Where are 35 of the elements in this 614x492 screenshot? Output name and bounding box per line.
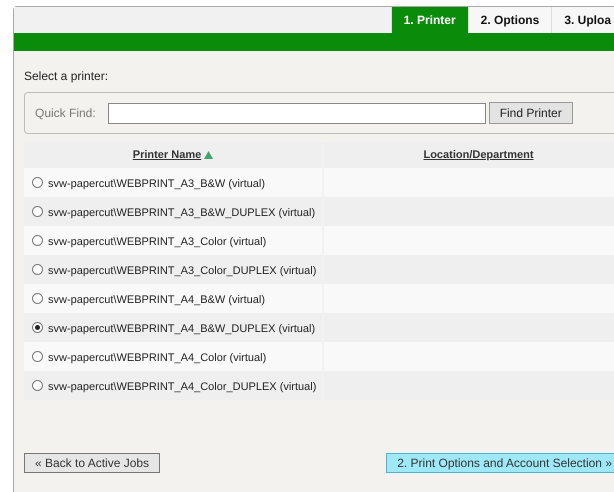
back-button[interactable]: « Back to Active Jobs <box>24 453 160 473</box>
sort-link[interactable]: Location/Department <box>423 149 534 161</box>
radio-button[interactable] <box>32 206 43 217</box>
radio-button[interactable] <box>32 293 43 304</box>
radio-button[interactable] <box>32 380 43 391</box>
printer-name: svw-papercut\WEBPRINT_A3_B&W_DUPLEX (virtual) <box>48 206 316 218</box>
printer-name: svw-papercut\WEBPRINT_A4_Color_DUPLEX (virtual) <box>48 380 316 392</box>
printer-name: svw-papercut\WEBPRINT_A3_Color (virtual) <box>48 236 266 248</box>
printer-name: svw-papercut\WEBPRINT_A4_Color (virtual) <box>48 352 266 364</box>
printer-cell[interactable]: svw-papercut\WEBPRINT_A3_B&W_DUPLEX (virtual) <box>24 197 322 226</box>
quick-find-label: Quick Find: <box>35 106 96 120</box>
radio-button[interactable] <box>32 264 43 275</box>
quick-find-field[interactable] <box>108 102 486 124</box>
radio-button[interactable] <box>32 322 43 333</box>
printer-cell[interactable]: svw-papercut\WEBPRINT_A3_Color_DUPLEX (virtual) <box>24 255 322 284</box>
printer-name: svw-papercut\WEBPRINT_A4_B&W_DUPLEX (virtual) <box>48 322 316 334</box>
radio-button[interactable] <box>32 351 43 362</box>
step-tab[interactable]: 1. Printer <box>390 7 468 33</box>
printer-cell[interactable]: svw-papercut\WEBPRINT_A4_B&W_DUPLEX (virtual) <box>24 313 322 342</box>
step-tab[interactable]: 3. Uploa <box>551 7 614 33</box>
prompt-text: Select a printer: <box>24 69 110 83</box>
radio-button[interactable] <box>32 235 43 246</box>
find-printer-button[interactable]: Find Printer <box>488 102 573 124</box>
sort-link[interactable]: Printer Name <box>132 149 202 161</box>
step-tab[interactable]: 2. Options <box>468 7 552 33</box>
printer-cell[interactable]: svw-papercut\WEBPRINT_A4_Color_DUPLEX (virtual) <box>24 371 322 400</box>
next-button[interactable]: 2. Print Options and Account Selection » <box>386 453 614 473</box>
printer-cell[interactable]: svw-papercut\WEBPRINT_A4_B&W (virtual) <box>24 284 322 313</box>
printer-cell[interactable]: svw-papercut\WEBPRINT_A3_Color (virtual) <box>24 226 322 255</box>
printer-name: svw-papercut\WEBPRINT_A3_B&W (virtual) <box>48 178 265 190</box>
printer-name: svw-papercut\WEBPRINT_A4_B&W (virtual) <box>48 294 265 306</box>
printer-name: svw-papercut\WEBPRINT_A3_Color_DUPLEX (virtual) <box>48 264 316 276</box>
printer-cell[interactable]: svw-papercut\WEBPRINT_A4_Color (virtual) <box>24 342 322 371</box>
radio-button[interactable] <box>32 177 43 188</box>
printer-cell[interactable]: svw-papercut\WEBPRINT_A3_B&W (virtual) <box>24 168 322 197</box>
